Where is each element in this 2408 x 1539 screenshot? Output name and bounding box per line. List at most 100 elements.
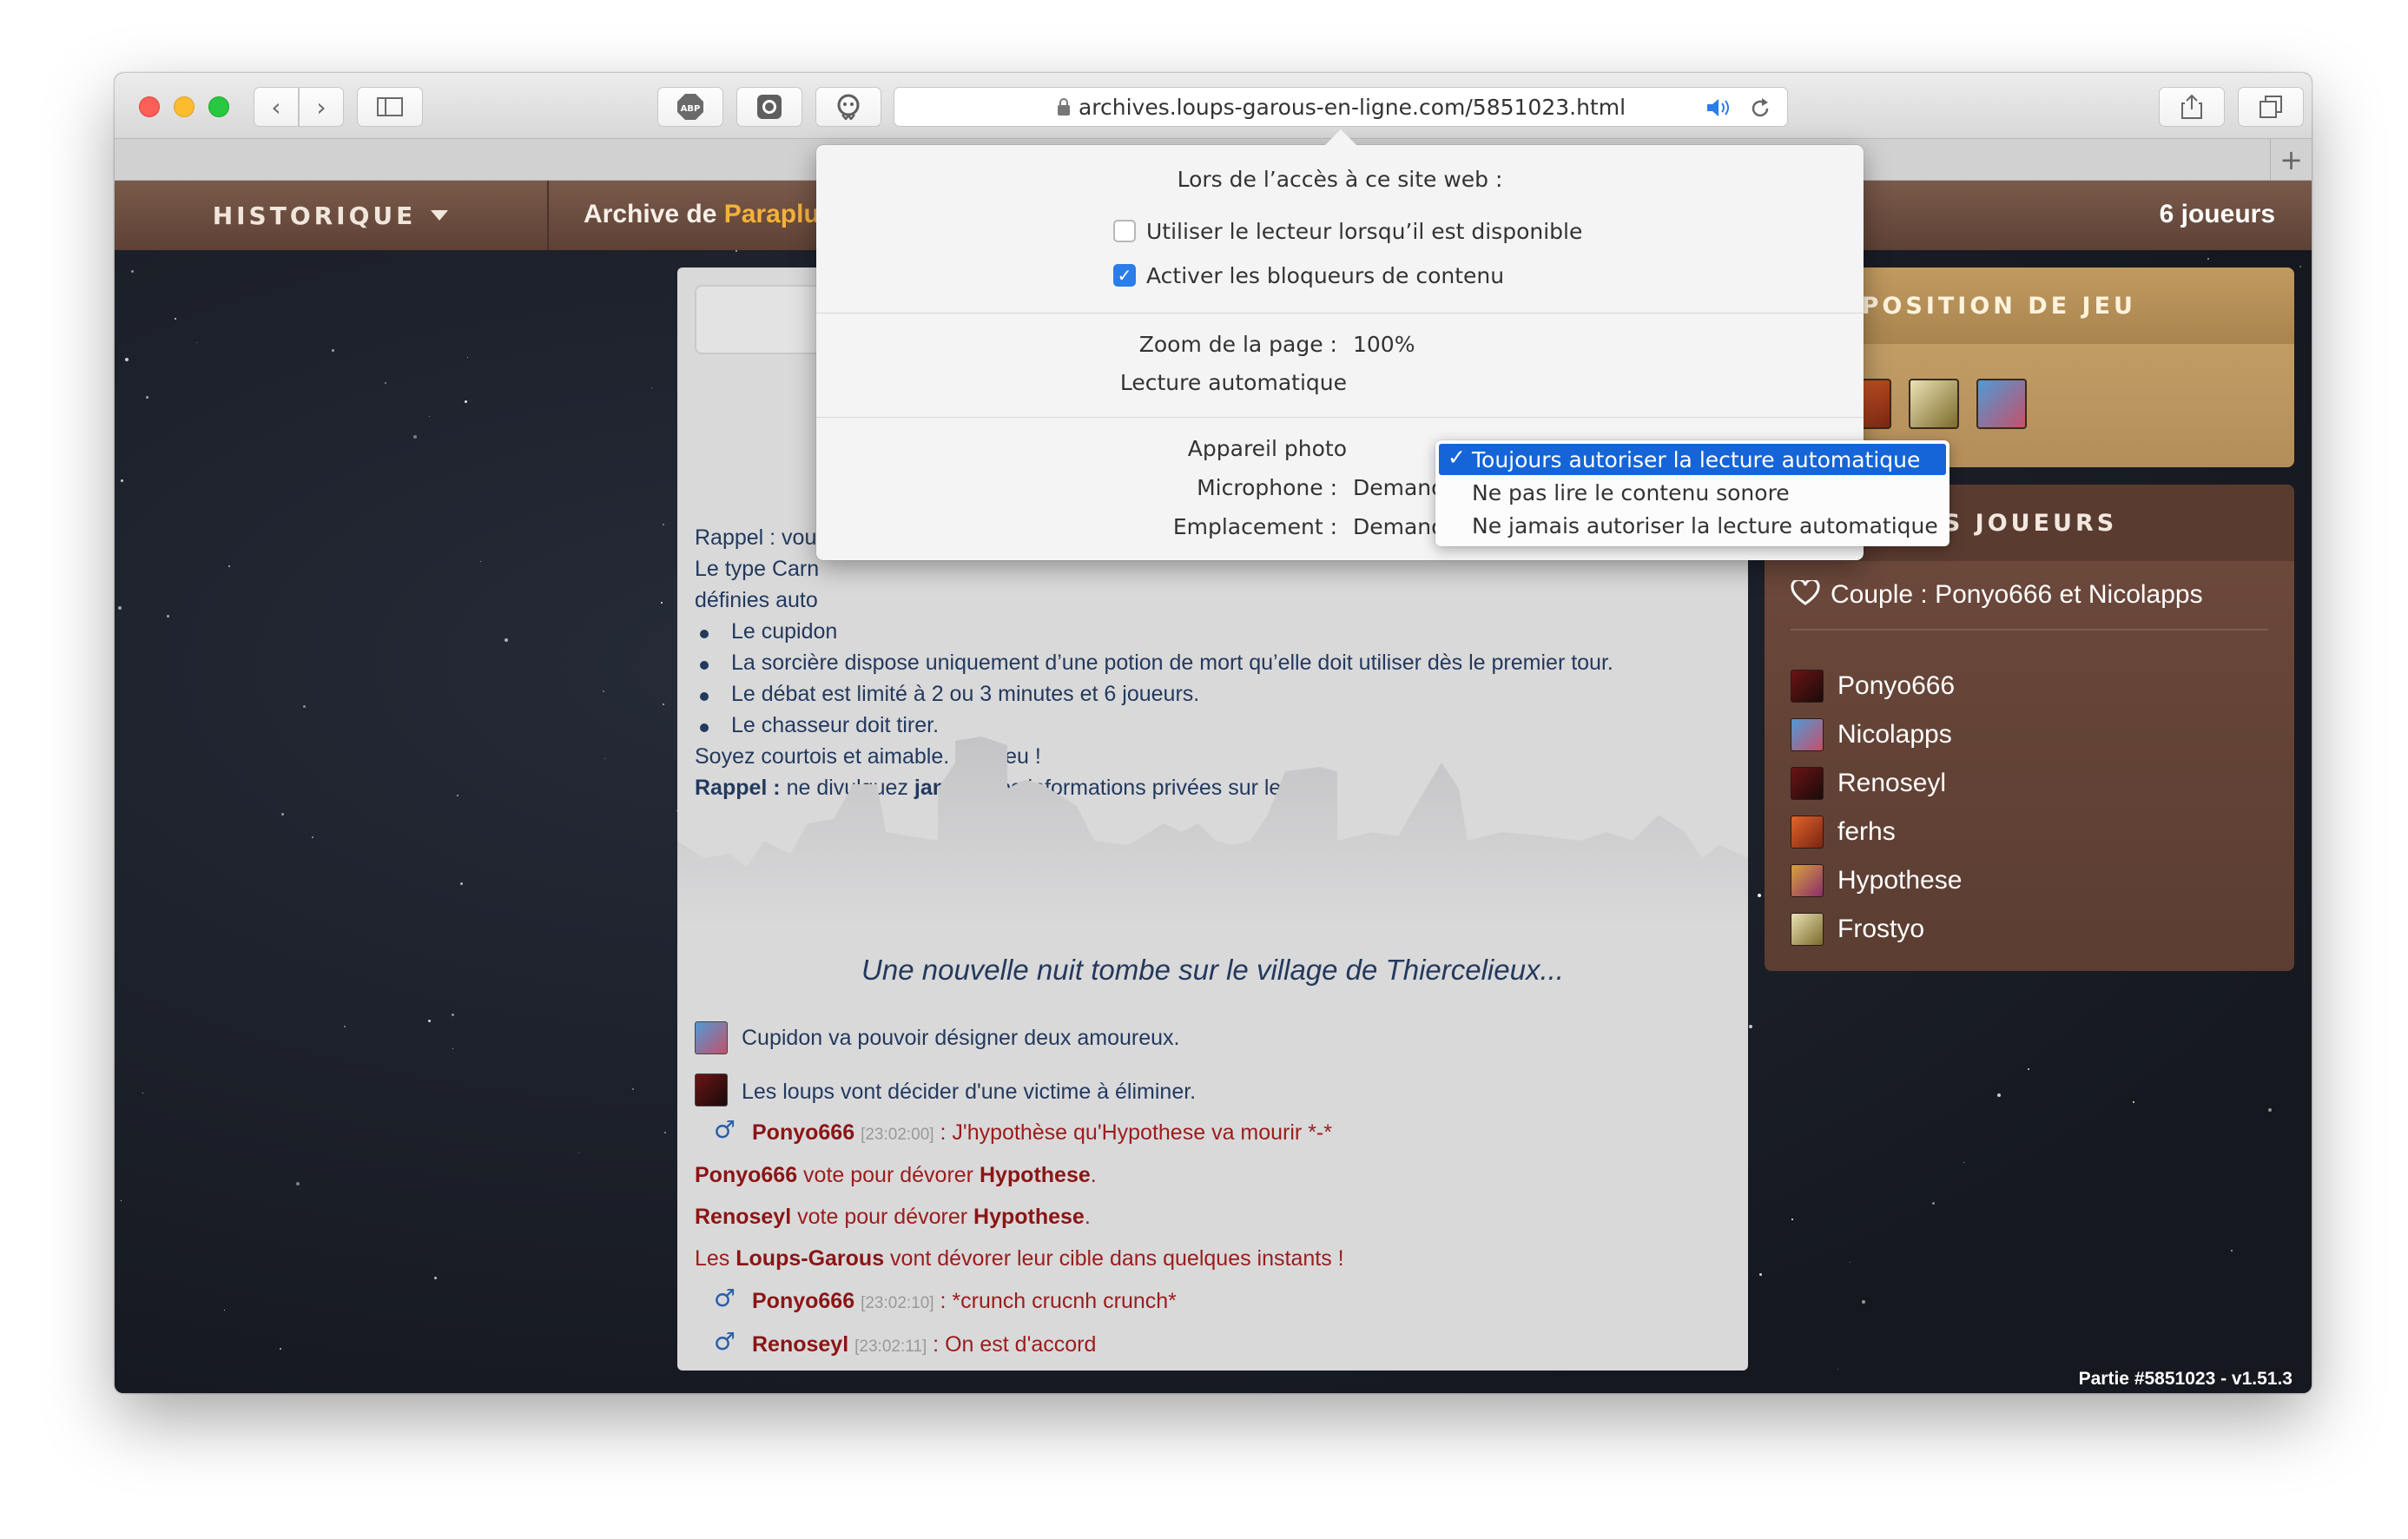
autoplay-dropdown: ✓ Toujours autoriser la lecture automatiq… — [1435, 440, 1949, 546]
vote-message: Renoseyl vote pour dévorer Hypothese. — [695, 1205, 1091, 1229]
sidebar-icon — [377, 97, 403, 116]
bullet-dot — [700, 661, 709, 670]
star — [452, 1014, 454, 1016]
close-window-button[interactable] — [139, 96, 160, 117]
rules-line: Rappel : vous — [695, 525, 828, 550]
new-tab-button[interactable]: + — [2270, 139, 2312, 181]
zoom-label: Zoom de la page : — [1138, 332, 1337, 357]
screenshot-extension-button[interactable] — [736, 87, 802, 127]
star — [224, 1310, 225, 1311]
seer-role-icon — [1791, 864, 1824, 897]
adblock-icon: ABP — [677, 94, 703, 120]
rules-line: Le type Carn — [695, 557, 820, 581]
star — [2231, 1250, 2233, 1252]
event-line: Les loups vont décider d'une victime à é… — [742, 1080, 1197, 1104]
address-bar[interactable]: archives.loups-garous-en-ligne.com/58510… — [894, 87, 1788, 127]
tab-overview-button[interactable] — [2238, 87, 2304, 127]
rule-bullet: Le cupidon — [731, 619, 838, 644]
star — [121, 1200, 122, 1201]
players-count: 6 joueurs — [2159, 200, 2275, 228]
zoom-window-button[interactable] — [208, 96, 229, 117]
witch-role-icon — [1791, 913, 1824, 946]
forward-button[interactable]: › — [299, 87, 344, 127]
content-blockers-checkbox[interactable]: ✓ — [1113, 264, 1136, 287]
reader-checkbox[interactable] — [1113, 220, 1136, 242]
rule-bullet: Le débat est limité à 2 ou 3 minutes et … — [731, 682, 1200, 706]
adblock-extension-button[interactable]: ABP — [657, 87, 723, 127]
checkmark-icon: ✓ — [1117, 265, 1132, 286]
village-silhouette — [677, 736, 1748, 928]
autoplay-label: Lecture automatique — [1119, 370, 1347, 395]
star — [1837, 1369, 1838, 1370]
player-item[interactable]: Hypothese — [1791, 863, 1962, 898]
star — [428, 1020, 431, 1022]
divider — [816, 313, 1864, 314]
role-card-witch[interactable] — [1909, 379, 1959, 429]
lock-icon — [1057, 98, 1070, 116]
star — [661, 602, 663, 604]
star — [1862, 1300, 1865, 1304]
zoom-value[interactable]: 100% — [1353, 332, 1415, 357]
star — [1997, 1093, 2001, 1097]
star — [465, 400, 467, 403]
star — [1963, 1162, 1964, 1163]
wolves-message: Les Loups-Garous vont dévorer leur cible… — [695, 1246, 1344, 1271]
popover-header: Lors de l’accès à ce site web : — [1177, 167, 1503, 192]
history-menu[interactable]: HISTORIQUE — [115, 181, 549, 250]
ghostery-extension-button[interactable] — [815, 87, 881, 127]
bullet-dot — [700, 692, 709, 701]
star — [604, 758, 605, 759]
star — [429, 416, 430, 417]
rule-bullet: La sorcière dispose uniquement d’une pot… — [731, 651, 1613, 675]
player-item[interactable]: Nicolapps — [1791, 717, 1952, 752]
heart-icon — [1791, 578, 1820, 605]
back-button[interactable]: ‹ — [254, 87, 299, 127]
star — [1850, 1262, 1851, 1263]
star — [413, 435, 417, 439]
star — [228, 565, 230, 567]
star — [2028, 1068, 2029, 1070]
chevron-left-icon: ‹ — [271, 92, 281, 122]
camera-lens-icon — [757, 95, 782, 119]
autoplay-option-always-allow[interactable]: ✓ Toujours autoriser la lecture automatiq… — [1439, 444, 1946, 475]
chat-message: Renoseyl [23:02:11] : On est d'accord — [752, 1332, 1097, 1357]
star — [452, 1048, 453, 1049]
wolf-role-icon — [1791, 767, 1824, 800]
star — [1749, 1025, 1752, 1028]
star — [196, 342, 197, 343]
couple-line: Couple : Ponyo666 et Nicolapps — [1791, 578, 2203, 610]
tabs-icon — [2260, 96, 2282, 118]
player-item[interactable]: ferhs — [1791, 815, 1896, 849]
divider — [816, 417, 1864, 418]
star — [332, 349, 334, 352]
sidebar-button[interactable] — [357, 87, 423, 127]
star — [663, 524, 664, 525]
event-line: Cupidon va pouvoir désigner deux amoureu… — [742, 1026, 1180, 1050]
plus-icon: + — [2279, 143, 2303, 176]
star — [467, 357, 468, 358]
bullet-dot — [700, 723, 709, 732]
male-icon: ♂ — [714, 1284, 736, 1312]
share-button[interactable] — [2159, 87, 2225, 127]
player-item[interactable]: Frostyo — [1791, 912, 1924, 947]
chevron-right-icon: › — [316, 92, 327, 122]
star — [1758, 894, 1761, 897]
vote-message: Ponyo666 vote pour dévorer Hypothese. — [695, 1163, 1097, 1187]
history-menu-label: HISTORIQUE — [212, 201, 417, 230]
microphone-label: Microphone : — [1197, 475, 1337, 500]
autoplay-option-never[interactable]: Ne jamais autoriser la lecture automatiq… — [1439, 510, 1946, 541]
minimize-window-button[interactable] — [174, 96, 195, 117]
male-icon: ♂ — [714, 1327, 736, 1356]
archive-title: Archive de Parapluie — [584, 200, 841, 228]
version-label: Partie #5851023 - v1.51.3 — [2078, 1369, 2293, 1389]
star — [1791, 1219, 1793, 1220]
rules-line: définies auto — [695, 588, 818, 612]
speaker-icon[interactable] — [1705, 98, 1735, 117]
role-card-cupid[interactable] — [1976, 379, 2027, 429]
checkmark-icon: ✓ — [1448, 445, 1466, 470]
player-item[interactable]: Renoseyl — [1791, 766, 1946, 801]
autoplay-option-no-sound[interactable]: Ne pas lire le contenu sonore — [1439, 477, 1946, 508]
player-item[interactable]: Ponyo666 — [1791, 669, 1955, 703]
svg-text:ABP: ABP — [681, 104, 701, 114]
reload-icon[interactable] — [1749, 97, 1771, 120]
